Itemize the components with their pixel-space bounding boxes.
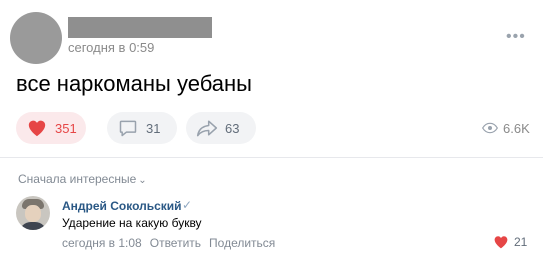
post-header: сегодня в 0:59 ••• <box>0 0 543 64</box>
like-button[interactable]: 351 <box>16 112 86 144</box>
comment-like-button[interactable]: 21 <box>493 234 527 250</box>
reply-link[interactable]: Ответить <box>150 236 201 250</box>
comment-timestamp[interactable]: сегодня в 1:08 <box>62 236 142 250</box>
comment-count: 31 <box>146 120 161 136</box>
author-name-redacted[interactable] <box>68 17 212 38</box>
like-count: 351 <box>55 120 77 136</box>
eye-icon <box>482 120 498 136</box>
comment-button[interactable]: 31 <box>107 112 177 144</box>
divider <box>0 157 543 158</box>
author-avatar[interactable] <box>10 12 62 64</box>
comment-author[interactable]: Андрей Сокольский <box>62 199 182 213</box>
comment-item: Андрей Сокольский ✓ Ударение на какую бу… <box>16 196 528 256</box>
comment-like-count: 21 <box>514 235 528 249</box>
comment-meta: сегодня в 1:08 Ответить Поделиться <box>62 236 275 250</box>
post-timestamp[interactable]: сегодня в 0:59 <box>68 40 154 55</box>
views-counter: 6.6K <box>482 120 530 136</box>
share-comment-link[interactable]: Поделиться <box>209 236 275 250</box>
verified-check-icon: ✓ <box>182 198 193 212</box>
share-button[interactable]: 63 <box>186 112 256 144</box>
commenter-avatar[interactable] <box>16 196 50 230</box>
views-count: 6.6K <box>503 120 530 136</box>
share-arrow-icon <box>196 117 218 139</box>
share-count: 63 <box>225 120 240 136</box>
more-dots-icon[interactable]: ••• <box>506 29 526 45</box>
comment-icon <box>117 117 139 139</box>
sort-label: Сначала интересные <box>18 172 137 186</box>
post-text: все наркоманы уебаны <box>16 71 252 96</box>
chevron-down-icon: ⌄ <box>138 175 147 186</box>
comment-text: Ударение на какую букву <box>62 216 202 230</box>
heart-icon <box>493 234 509 250</box>
comments-sort-toggle[interactable]: Сначала интересные ⌄ <box>18 172 147 186</box>
heart-icon <box>26 117 48 139</box>
